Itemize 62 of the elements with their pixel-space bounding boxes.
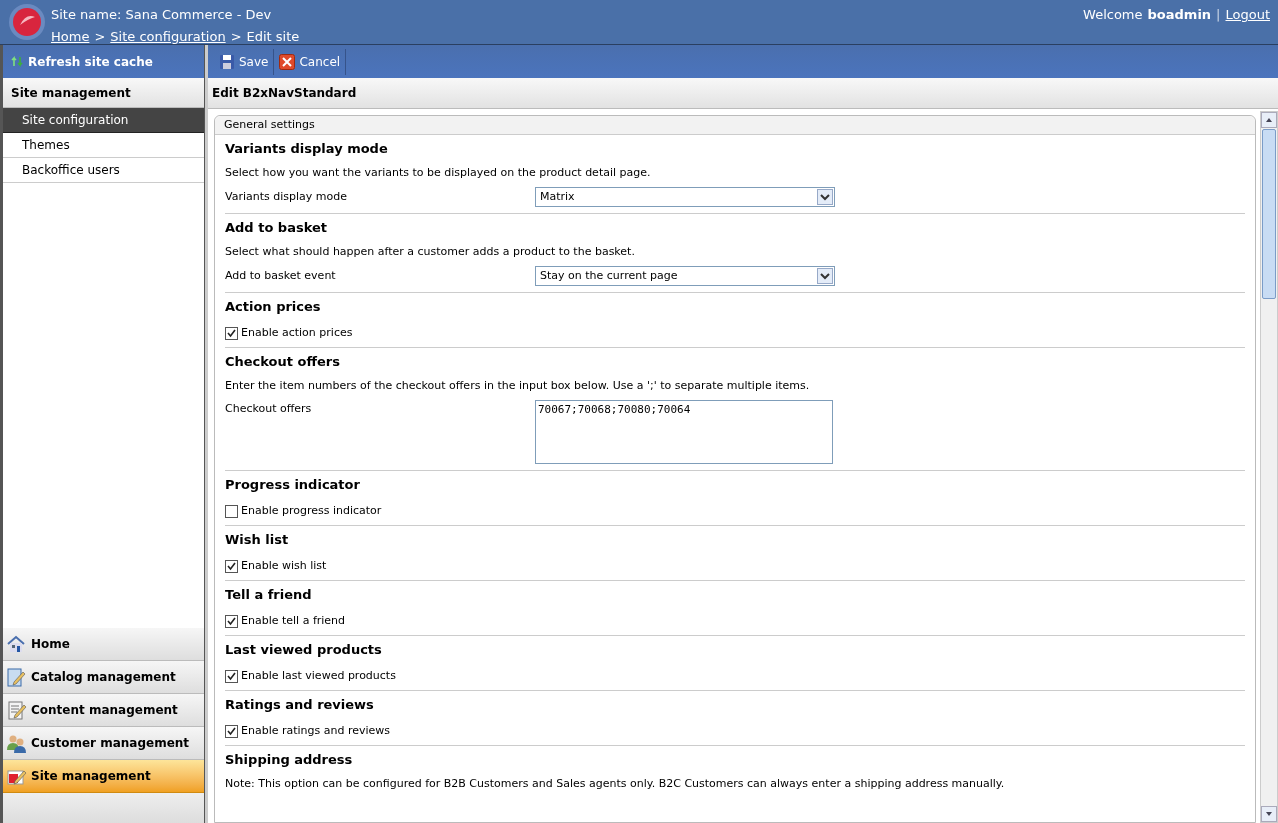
- section-title: Add to basket: [225, 220, 328, 236]
- field-label: Add to basket event: [225, 268, 337, 284]
- module-button[interactable]: Catalog management: [3, 661, 204, 694]
- checkbox[interactable]: [225, 669, 238, 683]
- checkbox-label: Enable wish list: [241, 558, 327, 574]
- module-button[interactable]: Home: [3, 628, 204, 661]
- section-description: Enter the item numbers of the checkout offers in the input box below. Use a ';' to separate multiple items.: [225, 378, 811, 394]
- section-title: Progress indicator: [225, 477, 361, 493]
- sidebar-item[interactable]: Site configuration: [3, 108, 204, 133]
- toolbar-button[interactable]: Cancel: [274, 48, 347, 75]
- sidebar-title: Site management: [3, 78, 204, 108]
- checkbox[interactable]: [225, 724, 238, 738]
- scrollbar-thumb[interactable]: [1262, 129, 1276, 299]
- refresh-icon: [11, 55, 24, 68]
- checkbox-label: Enable ratings and reviews: [241, 723, 391, 739]
- checkbox-label: Enable last viewed products: [241, 668, 396, 684]
- section-description: Note: This option can be configured for B2B Customers and Sales agents only. B2C Customers can always enter a shipping address manually.: [225, 776, 1006, 792]
- logout-link[interactable]: Logout: [1225, 5, 1270, 25]
- checkbox[interactable]: [225, 614, 238, 628]
- panel-title: General settings: [215, 116, 1255, 135]
- breadcrumb-separator: >: [230, 27, 242, 46]
- toolbar-button[interactable]: Save: [214, 48, 275, 75]
- book-pencil-icon: [6, 666, 27, 688]
- section-title: Shipping address: [225, 752, 354, 768]
- dropdown[interactable]: Stay on the current page: [535, 266, 835, 286]
- module-button[interactable]: Customer management: [3, 727, 204, 760]
- section-description: Select how you want the variants to be displayed on the product detail page.: [225, 165, 652, 181]
- checkbox-label: Enable progress indicator: [241, 503, 382, 519]
- scrollbar[interactable]: [1260, 111, 1278, 823]
- module-button[interactable]: Content management: [3, 694, 204, 727]
- user-name: boadmin: [1147, 6, 1212, 24]
- breadcrumb-link[interactable]: Home: [51, 26, 90, 46]
- module-button[interactable]: Site management: [3, 760, 204, 793]
- breadcrumb-link[interactable]: Site configuration: [110, 26, 226, 46]
- section-title: Checkout offers: [225, 354, 341, 370]
- section-title: Ratings and reviews: [225, 697, 375, 713]
- section-description: Select what should happen after a customer adds a product to the basket.: [225, 244, 636, 260]
- breadcrumb-current: Edit site: [246, 27, 300, 46]
- checkbox-label: Enable action prices: [241, 325, 353, 341]
- separator: |: [1216, 6, 1221, 24]
- section-title: Last viewed products: [225, 642, 383, 658]
- page-title: Edit B2xNavStandard: [208, 78, 1278, 109]
- site-name: Site name: Sana Commerce - Dev: [51, 6, 273, 24]
- checkbox[interactable]: [225, 504, 238, 518]
- checkbox[interactable]: [225, 326, 238, 340]
- close-icon: [279, 53, 296, 70]
- logo-icon: [8, 3, 46, 41]
- welcome-text: Welcome: [1083, 6, 1143, 24]
- document-pencil-icon: [6, 699, 27, 721]
- house-icon: [6, 633, 27, 655]
- checkbox[interactable]: [225, 559, 238, 573]
- section-title: Variants display mode: [225, 141, 389, 157]
- section-title: Action prices: [225, 299, 322, 315]
- section-title: Wish list: [225, 532, 290, 548]
- checkbox-label: Enable tell a friend: [241, 613, 346, 629]
- input-field[interactable]: 70067;70068;70080;70064: [535, 400, 833, 464]
- field-label: Checkout offers: [225, 401, 313, 417]
- dropdown[interactable]: Matrix: [535, 187, 835, 207]
- breadcrumb-separator: >: [94, 27, 106, 46]
- section-title: Tell a friend: [225, 587, 313, 603]
- refresh-link[interactable]: Refresh site cache: [28, 52, 153, 71]
- field-label: Variants display mode: [225, 189, 348, 205]
